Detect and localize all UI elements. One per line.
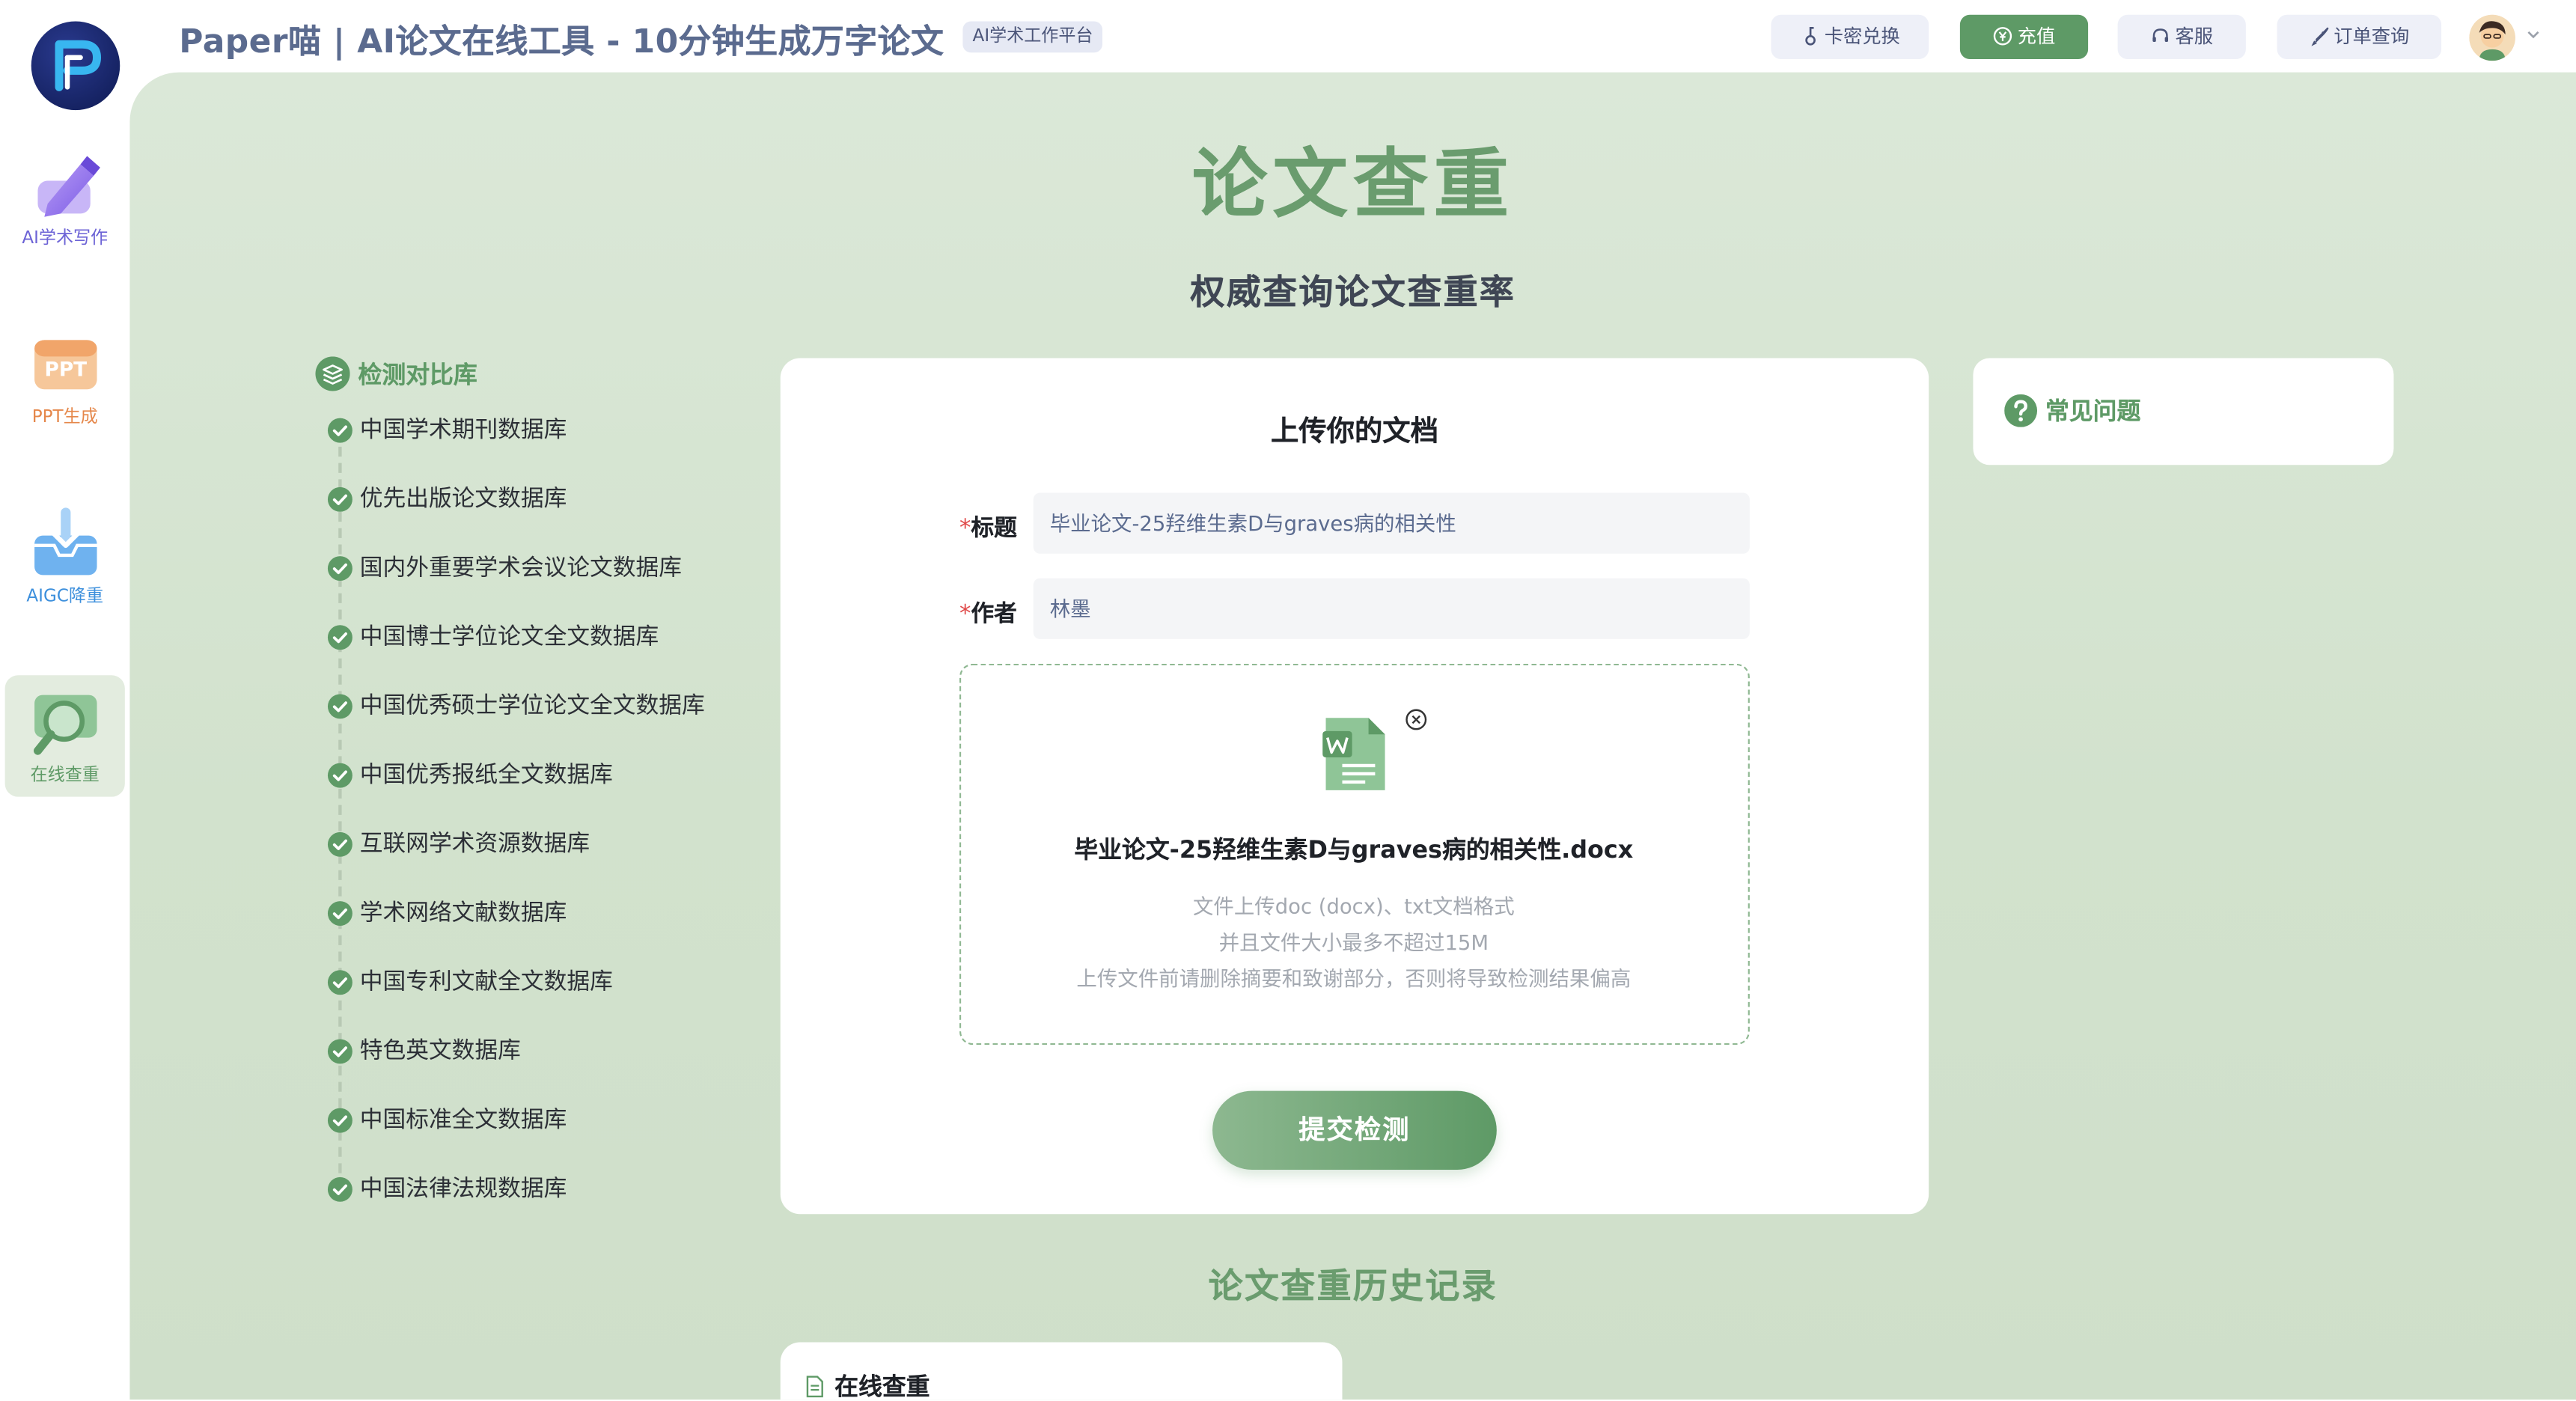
database-item: 中国博士学位论文全文数据库	[327, 621, 771, 690]
check-circle-icon	[327, 831, 352, 857]
top-header: Paper喵 | AI论文在线工具 - 10分钟生成万字论文 AI学术工作平台 …	[129, 0, 2576, 73]
customer-service-label: 客服	[2175, 24, 2213, 48]
sidebar-item-ppt[interactable]: PPT PPT生成	[5, 317, 125, 439]
magnifier-icon	[32, 695, 97, 755]
check-circle-icon	[327, 486, 352, 512]
check-circle-icon	[327, 1108, 352, 1133]
sidebar-item-label: AI学术写作	[22, 228, 109, 248]
check-circle-icon	[327, 970, 352, 995]
author-input[interactable]: 林墨	[1033, 578, 1750, 639]
database-item-label: 中国学术期刊数据库	[359, 417, 567, 444]
chevron-down-icon[interactable]	[2524, 25, 2543, 44]
svg-text:PPT: PPT	[43, 359, 86, 382]
sidebar-item-ai-writing[interactable]: AI学术写作	[5, 138, 125, 259]
submit-check-button[interactable]: 提交检测	[1212, 1090, 1497, 1170]
database-item: 优先出版论文数据库	[327, 483, 771, 552]
sidebar-item-plagiarism-check[interactable]: 在线查重	[4, 675, 125, 797]
check-circle-icon	[327, 1176, 352, 1202]
document-icon	[806, 1376, 823, 1398]
app-title: Paper喵 | AI论文在线工具 - 10分钟生成万字论文	[179, 21, 944, 61]
word-document-icon	[1322, 718, 1385, 790]
main-content: 论文查重 权威查询论文查重率 检测对比库 中国学术期刊数据库 优先出版论文数据库国…	[129, 72, 2576, 1400]
page-title: 论文查重	[1191, 139, 1514, 229]
database-item-label: 国内外重要学术会议论文数据库	[359, 555, 683, 582]
required-mark: *	[959, 516, 971, 543]
recharge-label: 充值	[2017, 24, 2056, 48]
database-item: 学术网络文献数据库	[327, 897, 771, 966]
upload-hint: 并且文件大小最多不超过15M	[1218, 930, 1489, 955]
sidebar-item-label: AIGC降重	[26, 586, 104, 607]
history-card: 在线查重	[780, 1342, 1343, 1400]
check-circle-icon	[327, 625, 352, 650]
check-circle-icon	[327, 763, 352, 788]
database-item: 中国标准全文数据库	[327, 1104, 771, 1173]
page-subtitle: 权威查询论文查重率	[1190, 272, 1516, 313]
key-icon	[1804, 27, 1815, 46]
sidebar-item-label: PPT生成	[31, 407, 98, 427]
app-frame: AI学术写作 PPT PPT生成 AIGC降重 在线查重 Paper喵 | AI…	[0, 0, 2576, 1400]
database-item: 特色英文数据库	[327, 1035, 771, 1104]
headset-icon	[2152, 28, 2169, 42]
database-list-title: 检测对比库	[358, 363, 477, 390]
history-tab-online-check[interactable]: 在线查重	[803, 1369, 930, 1400]
database-list: 中国学术期刊数据库 优先出版论文数据库国内外重要学术会议论文数据库 中国博士学位论文…	[327, 414, 771, 1242]
database-item-label: 学术网络文献数据库	[359, 900, 567, 927]
database-item-label: 中国博士学位论文全文数据库	[359, 624, 659, 651]
remove-file-icon[interactable]	[1405, 708, 1428, 731]
database-item: 中国优秀硕士学位论文全文数据库	[327, 690, 771, 759]
faq-panel[interactable]: 常见问题	[1973, 358, 2394, 466]
required-mark: *	[959, 601, 971, 628]
uploaded-file-name: 毕业论文-25羟维生素D与graves病的相关性.docx	[1074, 837, 1634, 864]
database-item-label: 特色英文数据库	[359, 1038, 521, 1065]
faq-title: 常见问题	[2004, 393, 2140, 427]
check-circle-icon	[327, 418, 352, 443]
database-stack-icon	[315, 356, 350, 391]
order-query-label: 订单查询	[2334, 24, 2410, 48]
platform-badge: AI学术工作平台	[962, 21, 1103, 53]
ppt-icon: PPT	[34, 340, 97, 390]
database-item: 互联网学术资源数据库	[327, 828, 771, 897]
user-avatar[interactable]	[2469, 14, 2515, 61]
database-item-label: 优先出版论文数据库	[359, 486, 567, 513]
sidebar-item-label: 在线查重	[30, 765, 100, 786]
database-item: 中国学术期刊数据库	[327, 414, 771, 483]
pen-icon	[37, 156, 100, 217]
check-circle-icon	[327, 556, 352, 582]
check-circle-icon	[327, 694, 352, 719]
check-circle-icon	[327, 901, 352, 926]
card-redeem-label: 卡密兑换	[1824, 24, 1900, 48]
yen-coin-icon	[1993, 27, 2012, 46]
database-item: 中国法律法规数据库	[327, 1173, 771, 1242]
rocket-icon	[2310, 27, 2328, 46]
author-field-label: *作者	[959, 601, 1017, 628]
order-query-button[interactable]: 订单查询	[2277, 14, 2442, 60]
database-item-label: 中国标准全文数据库	[359, 1107, 567, 1134]
upload-hint: 上传文件前请删除摘要和致谢部分，否则将导致检测结果偏高	[1076, 965, 1632, 991]
database-item-label: 中国优秀硕士学位论文全文数据库	[359, 693, 705, 720]
database-item-label: 中国法律法规数据库	[359, 1176, 567, 1203]
upload-card: 上传你的文档 *标题 毕业论文-25羟维生素D与graves病的相关性 *作者 …	[780, 358, 1929, 1215]
database-item-label: 中国优秀报纸全文数据库	[359, 762, 613, 789]
card-redeem-button[interactable]: 卡密兑换	[1771, 14, 1929, 60]
sidebar-item-aigc[interactable]: AIGC降重	[5, 496, 125, 617]
check-circle-icon	[327, 1039, 352, 1064]
database-item: 中国优秀报纸全文数据库	[327, 759, 771, 828]
database-item-label: 中国专利文献全文数据库	[359, 969, 613, 996]
upload-card-title: 上传你的文档	[1270, 415, 1438, 449]
sidebar: AI学术写作 PPT PPT生成 AIGC降重 在线查重	[0, 0, 130, 1400]
database-list-header: 检测对比库	[315, 356, 477, 396]
customer-service-button[interactable]: 客服	[2117, 14, 2246, 60]
database-item: 中国专利文献全文数据库	[327, 966, 771, 1035]
database-item-label: 互联网学术资源数据库	[359, 831, 590, 858]
history-title: 论文查重历史记录	[1208, 1266, 1498, 1307]
title-field-label: *标题	[959, 516, 1017, 543]
upload-hint: 文件上传doc (docx)、txt文档格式	[1192, 894, 1515, 919]
database-item: 国内外重要学术会议论文数据库	[327, 552, 771, 621]
file-dropzone[interactable]: 毕业论文-25羟维生素D与graves病的相关性.docx 文件上传doc (d…	[959, 663, 1750, 1046]
inbox-download-icon	[34, 507, 97, 576]
title-input[interactable]: 毕业论文-25羟维生素D与graves病的相关性	[1033, 492, 1750, 554]
question-icon	[2004, 394, 2038, 427]
app-logo[interactable]	[31, 21, 120, 111]
recharge-button[interactable]: 充值	[1959, 14, 2089, 60]
